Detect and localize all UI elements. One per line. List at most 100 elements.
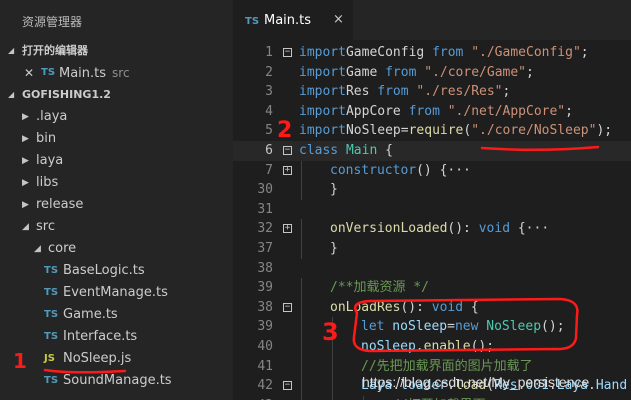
folder-item[interactable]: ▶ bin <box>0 128 233 150</box>
code-token: void <box>478 221 511 237</box>
code-text: //打开加载界面 <box>392 396 486 400</box>
folder-label: src <box>36 219 55 234</box>
code-token: onVersionLoaded <box>330 221 448 237</box>
fold-collapse-icon[interactable]: − <box>283 381 292 391</box>
folder-item[interactable]: ◢ src <box>0 216 233 238</box>
typescript-file-icon: TS <box>44 287 59 298</box>
code-token: class <box>299 143 339 158</box>
line-number: 41 <box>257 358 273 374</box>
indent-guide <box>301 239 302 259</box>
line-number: 1 <box>265 45 273 60</box>
code-token: { <box>463 299 479 315</box>
indent-guide <box>332 356 333 377</box>
code-line[interactable]: 3 importRes from "./res/Res"; <box>233 82 631 102</box>
folder-item[interactable]: ▶ laya <box>0 150 233 172</box>
code-token: (); <box>470 339 495 354</box>
code-token: "./net/AppCore" <box>439 103 566 119</box>
line-number: 5 <box>265 123 273 139</box>
line-number: 39 <box>257 280 273 296</box>
code-line[interactable]: 7 + constructor() {··· <box>233 160 631 181</box>
code-line[interactable]: 38 <box>233 259 631 279</box>
file-item[interactable]: TS Interface.ts <box>0 326 233 348</box>
code-token: Res <box>345 84 378 100</box>
file-item[interactable]: JS NoSleep.js <box>0 348 233 370</box>
fold-expand-icon[interactable]: + <box>283 224 292 234</box>
tab-bar: TS Main.ts × <box>233 0 631 40</box>
line-number: 30 <box>257 182 273 198</box>
folder-item[interactable]: ▶ libs <box>0 172 233 194</box>
code-line[interactable]: 43 //打开加载界面 <box>233 395 631 400</box>
code-line[interactable]: 30} <box>233 180 631 201</box>
folder-item[interactable]: ▶ .laya <box>0 106 233 128</box>
file-item[interactable]: TS Game.ts <box>0 304 233 326</box>
indent-guide <box>301 160 302 181</box>
tab-main-ts[interactable]: TS Main.ts × <box>233 0 353 40</box>
code-area[interactable]: 1− importGameConfig from "./GameConfig"; 2… <box>233 40 631 400</box>
chevron-down-icon: ◢ <box>8 90 15 99</box>
code-line[interactable]: 38− onLoadRes(): void { <box>233 297 631 318</box>
open-editor-filename: Main.ts <box>59 66 107 81</box>
line-number: 4 <box>265 103 273 119</box>
code-text: importGameConfig from "./GameConfig"; <box>299 43 589 63</box>
code-text: onVersionLoaded(): void {··· <box>330 219 549 239</box>
code-line[interactable]: 31 <box>233 200 631 220</box>
code-token: (); <box>541 319 565 335</box>
open-editors-header[interactable]: ◢ 打开的编辑器 <box>0 40 233 62</box>
code-token: Game <box>345 64 386 80</box>
fold-collapse-icon[interactable]: − <box>283 146 292 155</box>
code-token: "./GameConfig" <box>463 45 581 60</box>
typescript-file-icon: TS <box>44 375 59 386</box>
open-editor-item[interactable]: ✕ TS Main.ts src <box>0 62 233 84</box>
code-line[interactable]: 39 /**加载资源 */ <box>233 278 631 299</box>
fold-expand-icon[interactable]: + <box>283 165 292 175</box>
code-token: import <box>299 64 346 80</box>
code-token: import <box>299 45 346 60</box>
file-item[interactable]: TS EventManage.ts <box>0 282 233 304</box>
file-label: SoundManage.ts <box>63 373 172 388</box>
fold-collapse-icon[interactable]: − <box>283 48 292 57</box>
code-line[interactable]: 40 noSleep.enable(); <box>233 337 631 357</box>
code-line[interactable]: 37} <box>233 239 631 259</box>
fold-collapse-icon[interactable]: − <box>283 302 292 312</box>
indent-guide <box>301 278 302 299</box>
code-line[interactable]: 39 let noSleep=new NoSleep(); <box>233 317 631 338</box>
chevron-right-icon: ▶ <box>22 112 29 122</box>
code-token: (): <box>447 221 479 237</box>
chevron-right-icon: ▶ <box>22 178 29 188</box>
indent-guide <box>301 337 302 357</box>
file-item[interactable]: TS SoundManage.ts <box>0 370 233 392</box>
code-line[interactable]: 1 − importGameConfig from "./GameConfig"; <box>233 43 631 63</box>
code-text: } <box>330 239 338 259</box>
file-item[interactable]: TS BaseLogic.ts <box>0 260 233 282</box>
code-token: } <box>330 241 338 256</box>
code-line[interactable]: 6 − class Main { <box>233 141 631 161</box>
close-icon[interactable]: ✕ <box>24 62 34 84</box>
indent-guide <box>301 219 302 240</box>
project-label: GOFISHING1.2 <box>22 88 111 101</box>
code-line[interactable]: 2 importGame from "./core/Game"; <box>233 63 631 83</box>
code-token: import <box>299 84 346 100</box>
code-text: onLoadRes(): void { <box>330 298 479 318</box>
folder-item[interactable]: ▶ release <box>0 194 233 216</box>
code-line[interactable]: 32 + onVersionLoaded(): void {··· <box>233 219 631 240</box>
code-text: /**加载资源 */ <box>330 278 429 298</box>
code-line[interactable]: 4 importAppCore from "./net/AppCore"; <box>233 102 631 122</box>
folder-label: libs <box>36 175 59 190</box>
chevron-right-icon: ▶ <box>22 134 29 144</box>
code-token: enable <box>423 339 471 354</box>
editor-pane: TS Main.ts × 1− importGameConfig from "./… <box>233 0 631 400</box>
code-token: NoSleep <box>478 319 542 335</box>
code-text: class Main { <box>299 141 393 161</box>
watermark-text: https://blog.csdn.net/My_persistence <box>362 374 590 390</box>
code-token: new <box>454 319 479 335</box>
code-line[interactable]: 5 importNoSleep=require("./core/NoSleep")… <box>233 121 631 141</box>
line-number: 3 <box>265 84 273 100</box>
code-token: require <box>408 123 464 139</box>
file-label: BaseLogic.ts <box>63 263 145 278</box>
project-header[interactable]: ◢ GOFISHING1.2 <box>0 84 233 106</box>
indent-guide <box>301 376 302 397</box>
line-number: 2 <box>265 64 273 80</box>
folder-item[interactable]: ◢ core <box>0 238 233 260</box>
close-icon[interactable]: × <box>333 12 344 27</box>
code-token: ; <box>526 64 534 80</box>
